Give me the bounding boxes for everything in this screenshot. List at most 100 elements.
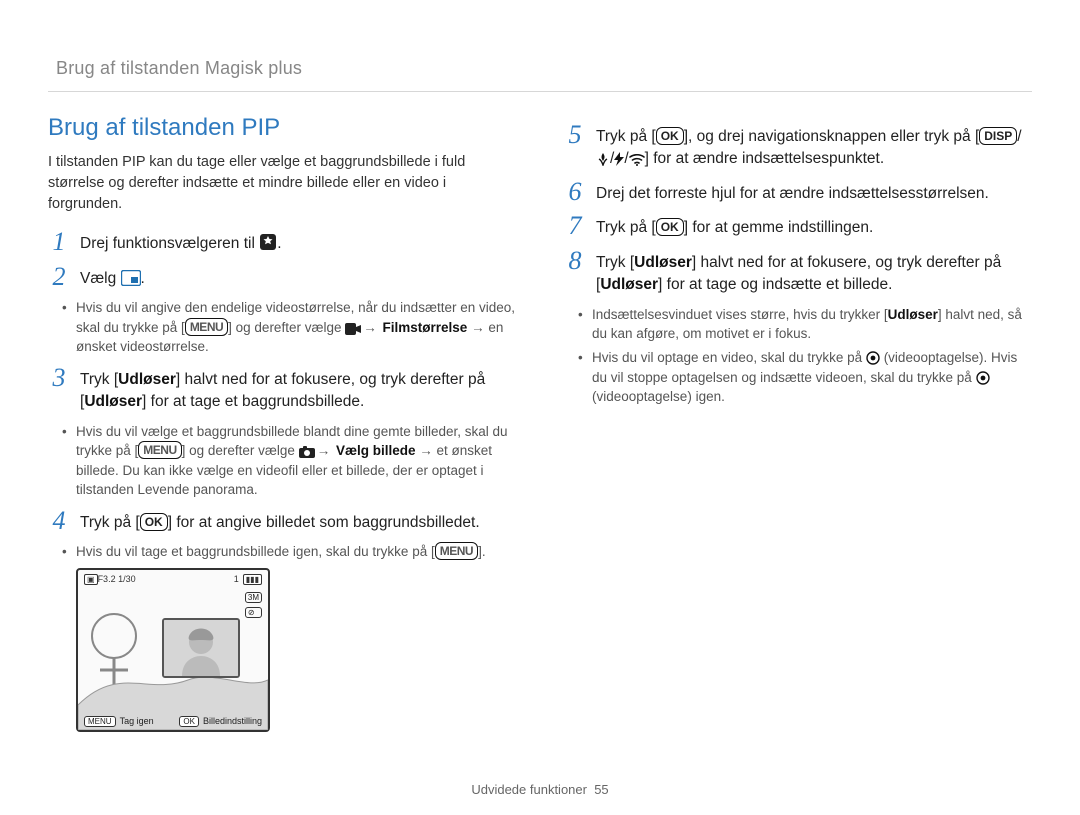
step-4: 4 Tryk på [OK] for at angive billedet so… [48,508,516,534]
shutter-label: Udløser [634,254,692,271]
step-8b: Hvis du vil optage en video, skal du try… [592,348,1032,407]
step-body: Tryk på [OK] for at gemme indstillingen. [596,213,1032,239]
record-icon [866,351,880,365]
column-left: Brug af tilstanden PIP I tilstanden PIP … [48,114,516,732]
pip-mode-icon [121,270,141,286]
text: Tryk på [ [80,514,140,531]
preview-right-action: OK Billedindstilling [179,716,262,726]
step-number: 7 [564,213,586,239]
disp-button-label: DISP [979,127,1017,145]
step-3-sublist: Hvis du vil vælge et baggrundsbillede bl… [48,422,516,500]
text: ] og derefter vælge [228,320,341,335]
ok-button-label: OK [656,218,684,236]
page-number: 55 [594,782,608,797]
ok-button-label: OK [140,513,168,531]
text: Tag igen [120,716,154,726]
intro-paragraph: I tilstanden PIP kan du tage eller vælge… [48,152,516,215]
step-2a: Hvis du vil angive den endelige videostø… [76,298,516,357]
text: Indsættelsesvinduet vises større, hvis d… [592,307,888,322]
camera-icon [299,446,315,458]
text: Hvis du vil optage en video, skal du try… [592,350,862,365]
footer-section-label: Udvidede funktioner [471,782,587,797]
content-columns: Brug af tilstanden PIP I tilstanden PIP … [48,114,1032,732]
page-footer: Udvidede funktioner 55 [0,782,1080,797]
step-number: 6 [564,179,586,205]
step-number: 3 [48,365,70,391]
text: Tryk på [ [596,128,656,145]
shutter-label: Udløser [888,307,938,322]
text: ] for at gemme indstillingen. [684,219,874,236]
step-number: 8 [564,248,586,274]
text: ] for at ændre indsættelsespunktet. [645,150,885,167]
text: Tryk [ [596,254,634,271]
step-1-end: . [277,235,281,252]
text: ] og derefter vælge [182,443,295,458]
step-3: 3 Tryk [Udløser] halvt ned for at fokuse… [48,365,516,414]
mode-dial-icon [259,233,277,251]
step-2-end: . [141,270,145,287]
camera-preview-illustration: ▣ F3.2 1/30 1 ▮▮▮ 3M ⊘ [76,568,270,732]
step-3a: Hvis du vil vælge et baggrundsbillede bl… [76,422,516,500]
step-body: Tryk [Udløser] halvt ned for at fokusere… [596,248,1032,297]
step-2-text: Vælg [80,270,116,287]
ok-chip: OK [179,716,199,727]
step-body: Tryk [Udløser] halvt ned for at fokusere… [80,365,516,414]
record-icon [976,371,990,385]
text: Billedindstilling [203,716,262,726]
text: ] for at tage et baggrundsbillede. [142,393,364,410]
step-8: 8 Tryk [Udløser] halvt ned for at fokuse… [564,248,1032,297]
step-1: 1 Drej funktionsvælgeren til . [48,229,516,255]
arrow-icon: → [315,441,333,461]
step-6: 6 Drej det forreste hjul for at ændre in… [564,179,1032,205]
flash-icon [614,152,624,166]
step-2-sublist: Hvis du vil angive den endelige videostø… [48,298,516,357]
step-7: 7 Tryk på [OK] for at gemme indstillinge… [564,213,1032,239]
step-body: Tryk på [OK], og drej navigationsknappen… [596,122,1032,171]
menu-button-label: MENU [138,441,181,459]
select-image-label: Vælg billede [336,443,416,458]
section-title: Brug af tilstanden PIP [48,114,516,142]
manual-page: Brug af tilstanden Magisk plus Brug af t… [0,0,1080,815]
video-icon [345,323,361,335]
step-body: Drej funktionsvælgeren til . [80,229,516,255]
step-number: 5 [564,122,586,148]
step-1-text: Drej funktionsvælgeren til [80,235,255,252]
menu-chip: MENU [84,716,116,727]
text: Tryk på [ [596,219,656,236]
shutter-label: Udløser [600,276,658,293]
column-right: 5 Tryk på [OK], og drej navigationsknapp… [564,114,1032,732]
preview-pip-inset [162,618,240,678]
text: ] for at angive billedet som baggrundsbi… [168,514,480,531]
preview-bottombar: MENU Tag igen OK Billedindstilling [84,716,262,726]
wifi-icon [629,154,645,166]
filmstorrelse-label: Filmstørrelse [383,320,468,335]
divider [48,91,1032,92]
menu-button-label: MENU [185,318,228,336]
step-number: 1 [48,229,70,255]
step-body: Drej det forreste hjul for at ændre inds… [596,179,1032,205]
text: ], og drej navigationsknappen eller tryk… [684,128,980,145]
text: ] for at tage og indsætte et billede. [658,276,892,293]
arrow-icon: → [361,318,379,338]
shutter-label: Udløser [84,393,142,410]
step-5: 5 Tryk på [OK], og drej navigationsknapp… [564,122,1032,171]
text: (videooptagelse) igen. [592,389,725,404]
running-head: Brug af tilstanden Magisk plus [56,58,1032,79]
shutter-label: Udløser [118,371,176,388]
step-number: 4 [48,508,70,534]
step-2: 2 Vælg . [48,264,516,290]
text: ]. [478,544,486,559]
step-4a: Hvis du vil tage et baggrundsbillede ige… [76,542,516,562]
text: Hvis du vil tage et baggrundsbillede ige… [76,544,435,559]
step-8-sublist: Indsættelsesvinduet vises større, hvis d… [564,305,1032,407]
menu-button-label: MENU [435,542,478,560]
text: Tryk [ [80,371,118,388]
step-8a: Indsættelsesvinduet vises større, hvis d… [592,305,1032,344]
step-number: 2 [48,264,70,290]
step-body: Vælg . [80,264,516,290]
macro-icon [596,152,610,166]
step-4-sublist: Hvis du vil tage et baggrundsbillede ige… [48,542,516,562]
step-body: Tryk på [OK] for at angive billedet som … [80,508,516,534]
ok-button-label: OK [656,127,684,145]
preview-left-action: MENU Tag igen [84,716,154,726]
